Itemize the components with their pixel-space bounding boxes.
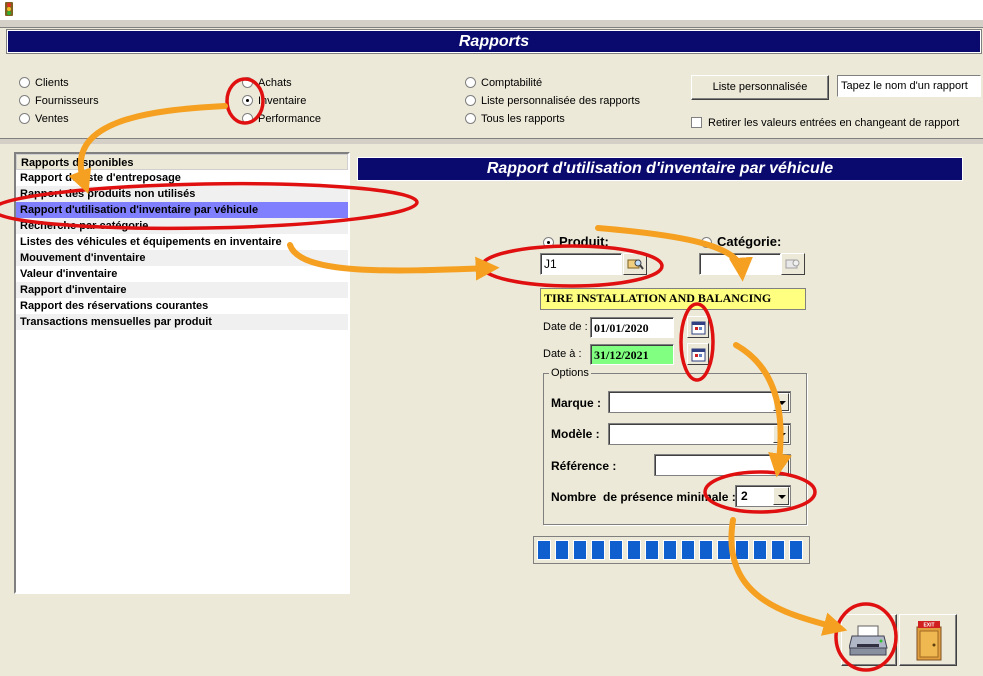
progress-segment — [555, 540, 569, 560]
options-legend: Options — [549, 367, 591, 379]
presence-select[interactable]: 2 — [735, 485, 791, 507]
categorie-input[interactable] — [699, 253, 781, 275]
progress-segment — [681, 540, 695, 560]
radio-comptabilite[interactable]: Comptabilité — [465, 76, 542, 90]
window-titlebar — [0, 0, 983, 20]
date-de-calendar-button[interactable] — [687, 316, 709, 338]
product-description: TIRE INSTALLATION AND BALANCING — [540, 288, 806, 310]
custom-list-button[interactable]: Liste personnalisée — [691, 75, 829, 100]
report-list[interactable]: Rapports disponibles Rapport de liste d'… — [14, 152, 350, 594]
search-icon — [627, 259, 644, 270]
list-item[interactable]: Rapport d'inventaire — [16, 282, 348, 298]
modele-select[interactable] — [608, 423, 791, 445]
produit-input[interactable]: J1 — [540, 253, 622, 275]
checkbox-box[interactable] — [691, 117, 702, 128]
date-de-input[interactable]: 01/01/2020 — [590, 317, 674, 338]
list-item[interactable]: Rapport de liste d'entreposage — [16, 170, 348, 186]
radio-clients[interactable]: Clients — [19, 76, 69, 90]
radio-achats[interactable]: Achats — [242, 76, 292, 90]
list-item[interactable]: Valeur d'inventaire — [16, 266, 348, 282]
report-list-header: Rapports disponibles — [16, 154, 348, 170]
radio-ventes[interactable]: Ventes — [19, 112, 69, 126]
progress-segment — [753, 540, 767, 560]
printer-icon — [849, 625, 888, 656]
list-item[interactable]: Transactions mensuelles par produit — [16, 314, 348, 330]
list-item[interactable]: Rapport des produits non utilisés — [16, 186, 348, 202]
radio-fournisseurs[interactable]: Fournisseurs — [19, 94, 99, 108]
radio-produit[interactable]: Produit: — [543, 234, 609, 250]
progress-segment — [735, 540, 749, 560]
progress-segment — [771, 540, 785, 560]
date-a-input[interactable]: 31/12/2021 — [590, 344, 674, 365]
radio-tous-rapports[interactable]: Tous les rapports — [465, 112, 565, 126]
page-title: Rapports — [6, 29, 982, 54]
marque-label: Marque : — [551, 396, 602, 410]
search-icon — [785, 259, 800, 269]
print-button[interactable] — [841, 614, 897, 666]
exit-door-icon: EXIT — [916, 621, 942, 661]
date-de-label: Date de : — [543, 321, 588, 333]
section-divider — [0, 138, 983, 144]
progress-segment — [609, 540, 623, 560]
categorie-search-button[interactable] — [781, 253, 805, 275]
list-item[interactable]: Recherche par catégorie — [16, 218, 348, 234]
progress-segment — [789, 540, 803, 560]
date-a-calendar-button[interactable] — [687, 343, 709, 365]
calendar-icon — [691, 321, 706, 335]
produit-search-button[interactable] — [623, 253, 647, 275]
progress-segment — [537, 540, 551, 560]
chevron-down-icon[interactable] — [773, 425, 789, 443]
list-item-selected[interactable]: Rapport d'utilisation d'inventaire par v… — [16, 202, 348, 218]
progress-segment — [717, 540, 731, 560]
date-a-label: Date à : — [543, 348, 582, 360]
modele-label: Modèle : — [551, 427, 600, 441]
progress-segment — [645, 540, 659, 560]
progress-segment — [573, 540, 587, 560]
list-item[interactable]: Rapport des réservations courantes — [16, 298, 348, 314]
exit-button[interactable]: EXIT — [899, 614, 957, 666]
retirer-checkbox[interactable]: Retirer les valeurs entrées en changeant… — [691, 116, 959, 130]
chevron-down-icon[interactable] — [773, 487, 789, 505]
progress-segment — [591, 540, 605, 560]
list-item[interactable]: Mouvement d'inventaire — [16, 250, 348, 266]
marque-select[interactable] — [608, 391, 791, 413]
radio-liste-personnalisee[interactable]: Liste personnalisée des rapports — [465, 94, 640, 108]
reference-label: Référence : — [551, 459, 617, 473]
top-divider — [0, 20, 983, 28]
report-name-input[interactable] — [837, 75, 981, 97]
progress-segment — [663, 540, 677, 560]
progress-segment — [699, 540, 713, 560]
radio-categorie[interactable]: Catégorie: — [701, 234, 781, 250]
chevron-down-icon[interactable] — [773, 456, 789, 474]
calendar-icon — [691, 348, 706, 362]
exit-sign-text: EXIT — [923, 623, 934, 629]
radio-performance[interactable]: Performance — [242, 112, 321, 126]
progress-bar — [533, 536, 810, 564]
list-item[interactable]: Listes des véhicules et équipements en i… — [16, 234, 348, 250]
report-title: Rapport d'utilisation d'inventaire par v… — [357, 157, 963, 181]
chevron-down-icon[interactable] — [773, 393, 789, 411]
reference-select[interactable] — [654, 454, 791, 476]
radio-inventaire[interactable]: Inventaire — [242, 94, 306, 108]
presence-label: Nombre de présence minimale : — [551, 490, 736, 504]
progress-segment — [627, 540, 641, 560]
traffic-light-icon — [5, 2, 13, 16]
